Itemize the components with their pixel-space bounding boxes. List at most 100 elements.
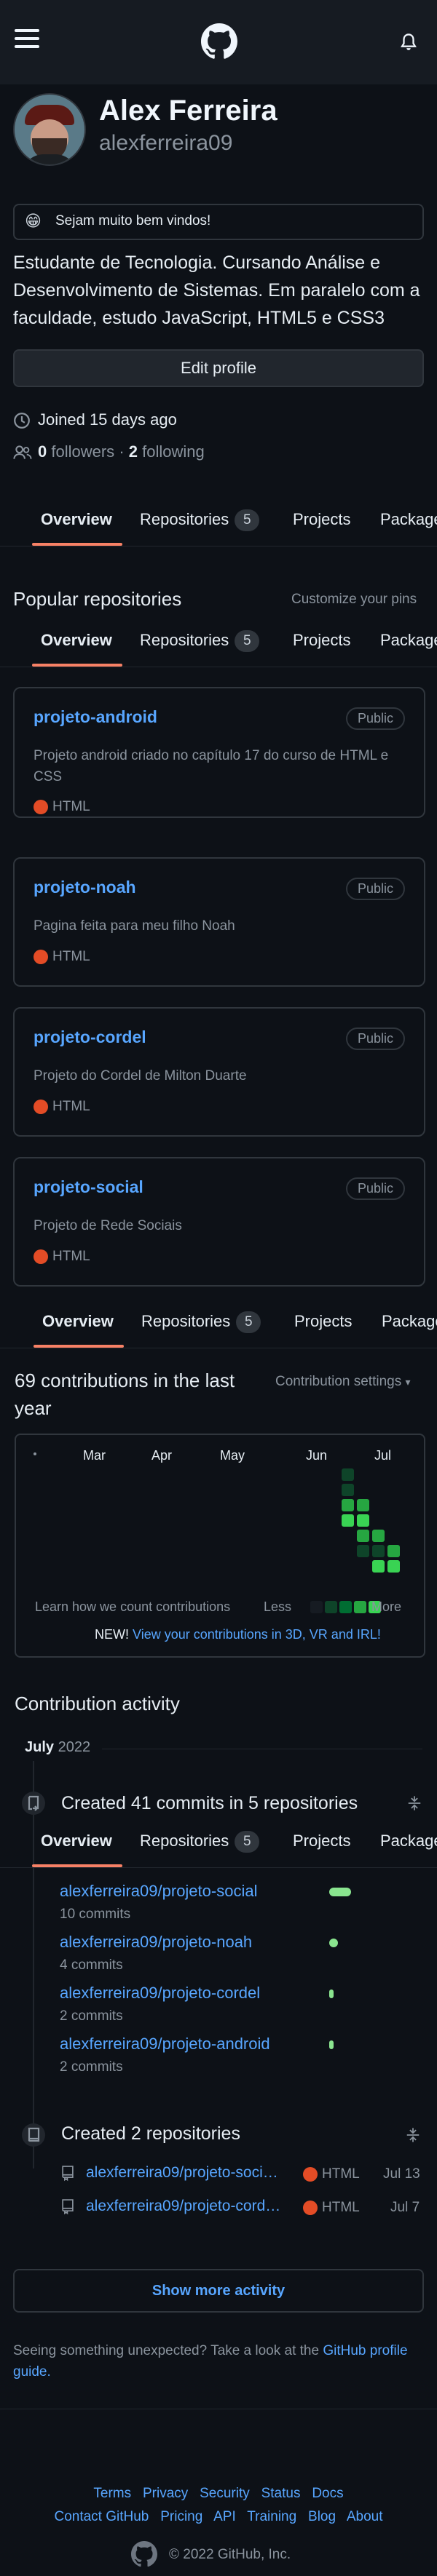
tab-projects[interactable]: Projects	[293, 1815, 350, 1867]
contribution-day[interactable]	[387, 1545, 400, 1557]
footer-link-terms[interactable]: Terms	[93, 2486, 131, 2501]
bell-icon[interactable]	[399, 32, 418, 52]
contribution-day[interactable]	[342, 1499, 354, 1511]
commit-repo-row: alexferreira09/projeto-android 2 commits	[60, 2035, 270, 2075]
tab-packages[interactable]: Packages	[380, 1815, 437, 1867]
followers-line[interactable]: 0 followers · 2 following	[38, 442, 205, 461]
contribution-day[interactable]	[342, 1484, 354, 1496]
tab-overview[interactable]: Overview	[41, 614, 112, 667]
repo-name-link[interactable]: projeto-social	[34, 1177, 143, 1197]
commit-share-bar	[329, 2040, 334, 2049]
legend-level	[325, 1601, 337, 1613]
contribution-day[interactable]	[372, 1530, 385, 1542]
show-more-activity-button[interactable]: Show more activity	[13, 2269, 424, 2313]
github-logo-icon[interactable]	[201, 23, 237, 60]
tab-packages[interactable]: Packages	[380, 614, 437, 667]
learn-contributions-link[interactable]: Learn how we count contributions	[35, 1599, 230, 1615]
view-3d-link[interactable]: View your contributions in 3D, VR and IR…	[133, 1627, 381, 1642]
repo-name-link[interactable]: projeto-cordel	[34, 1027, 146, 1047]
footer-link-pricing[interactable]: Pricing	[160, 2509, 202, 2524]
app-header	[0, 0, 437, 84]
contribution-day[interactable]	[357, 1530, 369, 1542]
footer-link-training[interactable]: Training	[247, 2509, 296, 2524]
commit-repo-link[interactable]: alexferreira09/projeto-cordel	[60, 1984, 260, 2003]
tab-overview[interactable]: Overview	[41, 493, 112, 546]
commit-count-link[interactable]: 4 commits	[60, 1957, 252, 1973]
people-icon	[13, 445, 32, 459]
footer-link-docs[interactable]: Docs	[312, 2486, 343, 2501]
commit-repo-link[interactable]: alexferreira09/projeto-android	[60, 2035, 270, 2054]
contribution-day[interactable]	[372, 1545, 385, 1557]
following-label: following	[142, 442, 205, 461]
tab-packages[interactable]: Packages	[380, 493, 437, 546]
new-feature-banner: NEW! View your contributions in 3D, VR a…	[95, 1627, 381, 1642]
unfold-icon[interactable]	[406, 1794, 422, 1812]
repo-description: Pagina feita para meu filho Noah	[34, 918, 235, 934]
repo-card: projeto-social Public Projeto de Rede So…	[13, 1157, 425, 1287]
repo-language: HTML	[34, 949, 90, 965]
created-repo-link[interactable]: alexferreira09/projeto-cord…	[86, 2198, 280, 2215]
hamburger-menu-button[interactable]	[15, 29, 39, 53]
tab-repositories[interactable]: Repositories 5	[140, 493, 260, 546]
copyright-text: © 2022 GitHub, Inc.	[169, 2547, 291, 2562]
followers-count: 0	[38, 442, 47, 461]
footer-link-about[interactable]: About	[347, 2509, 383, 2524]
commit-share-bar	[329, 1989, 334, 1998]
separator: ·	[119, 442, 125, 461]
footer-link-contact[interactable]: Contact GitHub	[54, 2509, 149, 2524]
tab-overview[interactable]: Overview	[42, 1295, 114, 1348]
edit-profile-button[interactable]: Edit profile	[13, 349, 424, 387]
contribution-activity-title: Contribution activity	[15, 1693, 306, 1719]
tab-repositories[interactable]: Repositories 5	[140, 614, 260, 667]
tab-repositories[interactable]: Repositories 5	[140, 1815, 260, 1867]
commit-repo-link[interactable]: alexferreira09/projeto-noah	[60, 1933, 252, 1952]
commit-count-link[interactable]: 10 commits	[60, 1907, 257, 1923]
created-repo-date: Jul 13	[383, 2166, 420, 2182]
contribution-settings-dropdown[interactable]: Contribution settings ▾	[275, 1374, 411, 1390]
commit-count-link[interactable]: 2 commits	[60, 2059, 270, 2075]
status-emoji: 😁	[25, 212, 42, 230]
footer-link-blog[interactable]: Blog	[308, 2509, 336, 2524]
tab-repositories[interactable]: Repositories 5	[141, 1295, 261, 1348]
contribution-day[interactable]	[357, 1499, 369, 1511]
repo-card: projeto-android Public Projeto android c…	[13, 687, 425, 818]
repositories-count: 5	[235, 630, 260, 653]
commit-share-bar	[329, 1888, 351, 1896]
activity-month: July 2022	[25, 1739, 90, 1756]
tab-projects[interactable]: Projects	[293, 493, 350, 546]
footer-link-status[interactable]: Status	[261, 2486, 301, 2501]
unexpected-note: Seeing something unexpected? Take a look…	[13, 2340, 421, 2382]
customize-pins-link[interactable]: Customize your pins	[291, 592, 417, 608]
language-color-dot	[34, 949, 48, 964]
repo-name-link[interactable]: projeto-android	[34, 707, 157, 727]
contribution-day[interactable]	[357, 1545, 369, 1557]
tab-projects[interactable]: Projects	[294, 1295, 352, 1348]
tab-projects[interactable]: Projects	[293, 614, 350, 667]
repo-card: projeto-cordel Public Projeto do Cordel …	[13, 1007, 425, 1137]
tab-overview[interactable]: Overview	[41, 1815, 112, 1867]
status-box[interactable]: 😁 Sejam muito bem vindos!	[13, 204, 424, 240]
footer-link-api[interactable]: API	[213, 2509, 236, 2524]
footer-link-privacy[interactable]: Privacy	[143, 2486, 188, 2501]
contribution-day[interactable]	[342, 1514, 354, 1527]
commit-count-link[interactable]: 2 commits	[60, 2008, 260, 2024]
github-mark-icon[interactable]	[131, 2541, 157, 2567]
created-repo-link[interactable]: alexferreira09/projeto-soci…	[86, 2164, 278, 2182]
followers-label: followers	[51, 442, 115, 461]
footer-links-row-1: Terms Privacy Security Status Docs	[0, 2486, 437, 2502]
tab-packages[interactable]: Packages	[382, 1295, 437, 1348]
tab-active-underline	[32, 543, 122, 546]
profile-tabs-sticky: Overview Repositories 5 Projects Packages	[0, 1295, 437, 1348]
avatar[interactable]	[13, 93, 86, 166]
contribution-day[interactable]	[387, 1560, 400, 1573]
contribution-day[interactable]	[357, 1514, 369, 1527]
tab-repositories-label: Repositories	[140, 1832, 229, 1850]
commit-repo-link[interactable]: alexferreira09/projeto-social	[60, 1882, 257, 1901]
language-label: HTML	[52, 949, 90, 964]
footer-link-security[interactable]: Security	[200, 2486, 250, 2501]
contribution-day[interactable]	[342, 1468, 354, 1481]
commits-summary: Created 41 commits in 5 repositories	[61, 1793, 358, 1813]
repo-name-link[interactable]: projeto-noah	[34, 878, 136, 897]
contribution-day[interactable]	[372, 1560, 385, 1573]
unfold-icon[interactable]	[405, 2126, 421, 2144]
